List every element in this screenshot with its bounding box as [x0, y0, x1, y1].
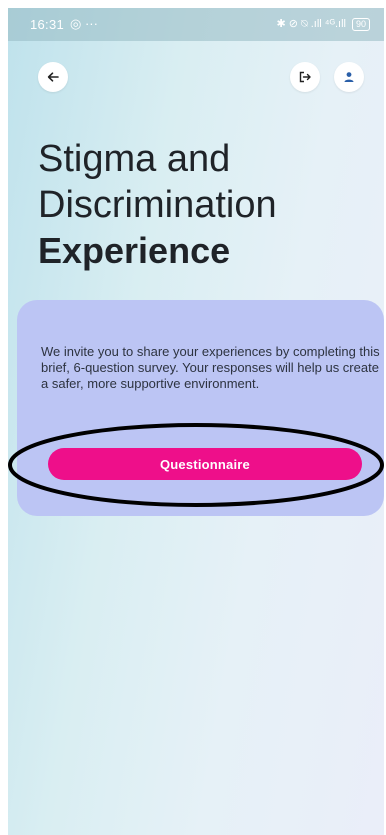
status-system-icons: ✱ ⊘ ⍉ .ıll ⁴ᴳ.ıll 90 — [277, 17, 370, 31]
status-time: 16:31 — [30, 17, 65, 32]
phone-screen: 16:31 ◎ ··· ✱ ⊘ ⍉ .ıll ⁴ᴳ.ıll 90 Stigma … — [8, 8, 384, 835]
signal-icons: ✱ ⊘ ⍉ .ıll ⁴ᴳ.ıll — [276, 18, 346, 30]
title-line-1: Stigma and — [38, 138, 231, 180]
survey-card: We invite you to share your experiences … — [17, 300, 384, 516]
status-bar: 16:31 ◎ ··· ✱ ⊘ ⍉ .ıll ⁴ᴳ.ıll 90 — [8, 8, 384, 41]
person-icon — [344, 72, 354, 82]
survey-description: We invite you to share your experiences … — [41, 344, 380, 391]
logout-button[interactable] — [290, 62, 320, 92]
back-button[interactable] — [38, 62, 68, 92]
status-notification-icons: ◎ ··· — [70, 16, 98, 31]
title-line-2: Discrimination — [38, 184, 277, 226]
battery-icon: 90 — [351, 17, 370, 31]
profile-button[interactable] — [334, 62, 364, 92]
questionnaire-button[interactable]: Questionnaire — [48, 448, 362, 480]
arrow-left-icon — [47, 72, 59, 82]
title-line-3: Experience — [38, 230, 231, 271]
page-title: Stigma and Discrimination Experience — [38, 136, 368, 274]
logout-icon — [299, 71, 311, 83]
